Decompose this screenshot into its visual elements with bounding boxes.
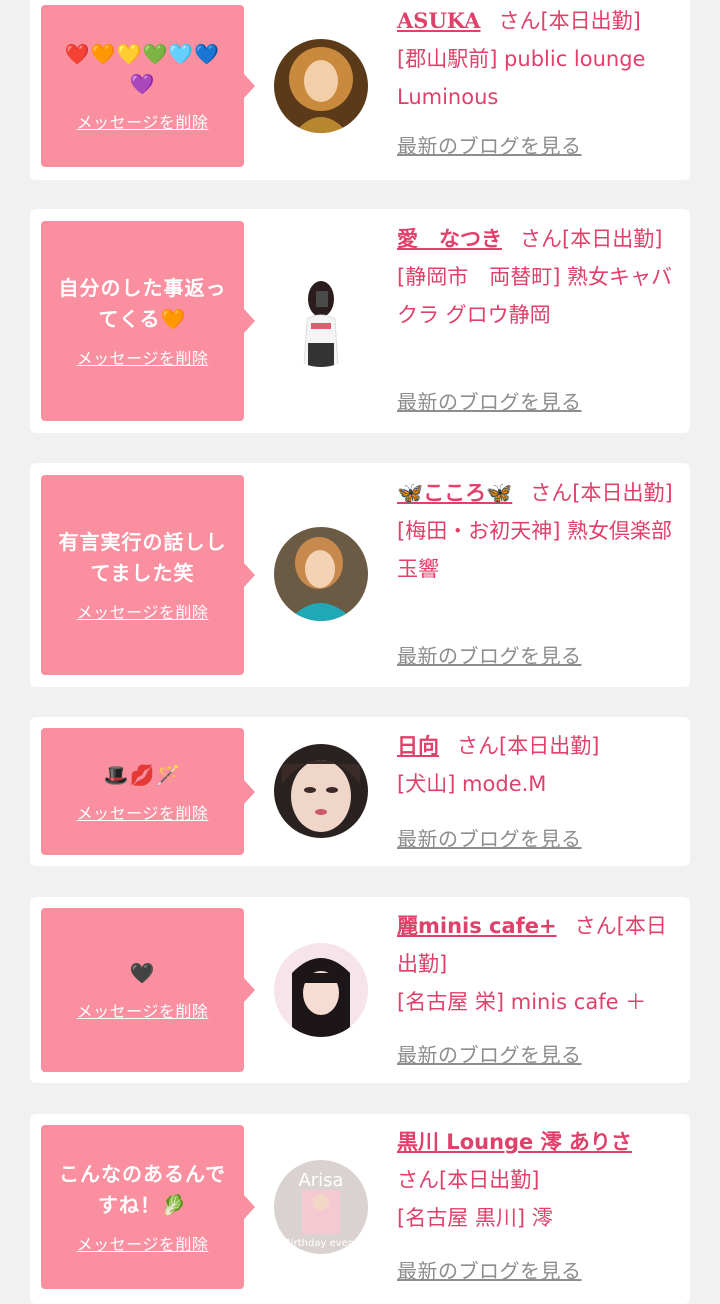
avatar-subtext: Birthday event bbox=[284, 1238, 358, 1249]
message-text: 自分のした事返ってくる🧡 bbox=[58, 276, 227, 331]
latest-blog-link[interactable]: 最新のブログを見る bbox=[397, 823, 582, 852]
avatar[interactable] bbox=[274, 744, 368, 838]
message-bubble: 有言実行の話ししてました笑 メッセージを削除 bbox=[41, 475, 255, 675]
latest-blog-link[interactable]: 最新のブログを見る bbox=[397, 1039, 582, 1068]
message-card: ❤️🧡💛💚🩵💙💜 メッセージを削除 ASUKA さん[本日出勤] [郡山駅前] p… bbox=[30, 0, 690, 180]
cast-name-link[interactable]: 愛 なつき bbox=[397, 227, 502, 251]
cast-name-link[interactable]: 黒川 Lounge 澪 ありさ bbox=[397, 1130, 632, 1154]
message-card: こんなのあるんですね！🥬 メッセージを削除 Arisa Birthday eve… bbox=[30, 1114, 690, 1304]
message-text: 🖤 bbox=[129, 961, 156, 985]
cast-name-link[interactable]: 🦋こころ🦋 bbox=[397, 481, 512, 505]
delete-message-link[interactable]: メッセージを削除 bbox=[77, 599, 209, 623]
message-text: 有言実行の話ししてました笑 bbox=[58, 530, 227, 585]
message-card: 🖤 メッセージを削除 麗minis cafe+ さん[本日出勤] [名古屋 栄] … bbox=[30, 897, 690, 1083]
avatar-text: Arisa bbox=[298, 1170, 343, 1191]
latest-blog-link[interactable]: 最新のブログを見る bbox=[397, 130, 582, 159]
message-bubble: ❤️🧡💛💚🩵💙💜 メッセージを削除 bbox=[41, 5, 255, 167]
message-bubble: こんなのあるんですね！🥬 メッセージを削除 bbox=[41, 1125, 255, 1289]
avatar[interactable]: Arisa Birthday event bbox=[274, 1160, 368, 1254]
status-text: さん[本日出勤] bbox=[397, 1168, 540, 1192]
latest-blog-link[interactable]: 最新のブログを見る bbox=[397, 640, 582, 669]
avatar[interactable] bbox=[274, 527, 368, 621]
cast-name-link[interactable]: 日向 bbox=[397, 734, 439, 758]
cast-info: 麗minis cafe+ さん[本日出勤] [名古屋 栄] minis cafe … bbox=[397, 907, 687, 1021]
cast-info: 日向 さん[本日出勤] [犬山] mode.M bbox=[397, 727, 687, 803]
message-text: ❤️🧡💛💚🩵💙💜 bbox=[64, 42, 221, 96]
message-card: 有言実行の話ししてました笑 メッセージを削除 🦋こころ🦋 さん[本日出勤] [梅田… bbox=[30, 463, 690, 687]
delete-message-link[interactable]: メッセージを削除 bbox=[77, 800, 209, 824]
avatar[interactable] bbox=[274, 39, 368, 133]
shop-text: [梅田・お初天神] 熟女倶楽部 玉響 bbox=[397, 519, 673, 581]
status-text: さん[本日出勤] bbox=[498, 9, 641, 33]
status-text: さん[本日出勤] bbox=[530, 481, 673, 505]
message-text: こんなのあるんですね！🥬 bbox=[59, 1162, 226, 1217]
delete-message-link[interactable]: メッセージを削除 bbox=[77, 345, 209, 369]
cast-info: ASUKA さん[本日出勤] [郡山駅前] public lounge Lumin… bbox=[397, 2, 687, 116]
message-text: 🎩💋🪄 bbox=[103, 762, 182, 787]
shop-text: [名古屋 黒川] 澪 bbox=[397, 1206, 553, 1230]
cast-info: 🦋こころ🦋 さん[本日出勤] [梅田・お初天神] 熟女倶楽部 玉響 bbox=[397, 474, 687, 588]
cast-info: 愛 なつき さん[本日出勤] [静岡市 両替町] 熟女キャバクラ グロウ静岡 bbox=[397, 220, 687, 334]
shop-text: [名古屋 栄] minis cafe ＋ bbox=[397, 990, 647, 1014]
message-card: 自分のした事返ってくる🧡 メッセージを削除 愛 なつき さん[本日出勤] [静岡市… bbox=[30, 209, 690, 433]
shop-text: [犬山] mode.M bbox=[397, 772, 547, 796]
delete-message-link[interactable]: メッセージを削除 bbox=[77, 998, 209, 1022]
message-bubble: 🖤 メッセージを削除 bbox=[41, 908, 255, 1072]
delete-message-link[interactable]: メッセージを削除 bbox=[77, 1231, 209, 1255]
avatar[interactable] bbox=[274, 943, 368, 1037]
latest-blog-link[interactable]: 最新のブログを見る bbox=[397, 386, 582, 415]
message-bubble: 🎩💋🪄 メッセージを削除 bbox=[41, 728, 255, 855]
delete-message-link[interactable]: メッセージを削除 bbox=[77, 109, 209, 133]
avatar[interactable] bbox=[274, 273, 368, 367]
shop-text: [郡山駅前] public lounge Luminous bbox=[397, 47, 646, 109]
message-bubble: 自分のした事返ってくる🧡 メッセージを削除 bbox=[41, 221, 255, 421]
cast-name-link[interactable]: 麗minis cafe+ bbox=[397, 914, 557, 938]
status-text: さん[本日出勤] bbox=[457, 734, 600, 758]
shop-text: [静岡市 両替町] 熟女キャバクラ グロウ静岡 bbox=[397, 265, 673, 327]
message-card: 🎩💋🪄 メッセージを削除 日向 さん[本日出勤] [犬山] mode.M 最新のブ… bbox=[30, 717, 690, 866]
status-text: さん[本日出勤] bbox=[520, 227, 663, 251]
latest-blog-link[interactable]: 最新のブログを見る bbox=[397, 1255, 582, 1284]
cast-info: 黒川 Lounge 澪 ありさ さん[本日出勤] [名古屋 黒川] 澪 bbox=[397, 1123, 687, 1237]
cast-name-link[interactable]: ASUKA bbox=[397, 8, 480, 33]
